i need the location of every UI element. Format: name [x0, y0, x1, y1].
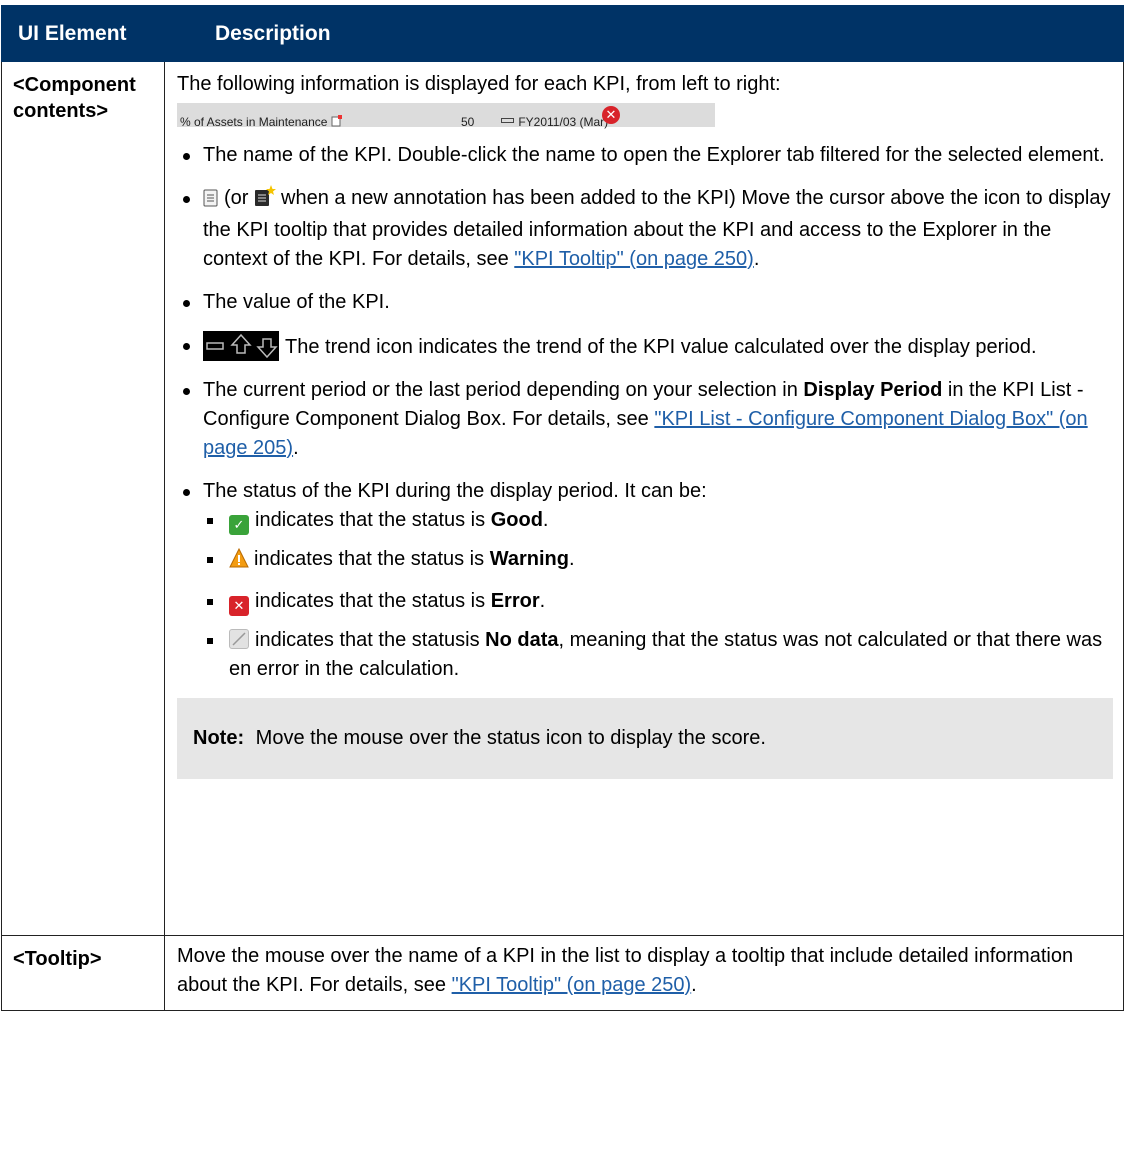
status-warning: indicates that the status is Warning. — [203, 545, 1113, 577]
kpi-sample-strip: % of Assets in Maintenance 50 FY2011/03 … — [177, 103, 715, 129]
tooltip-row-link[interactable]: "KPI Tooltip" (on page 250) — [452, 974, 692, 996]
header-description: Description — [164, 5, 1124, 62]
list-item-value: The value of the KPI. — [177, 288, 1113, 317]
row-component-contents: <Component contents> The following infor… — [1, 61, 1124, 936]
description-tooltip: Move the mouse over the name of a KPI in… — [164, 935, 1124, 1011]
status-good: ✓ indicates that the status is Good. — [203, 506, 1113, 535]
annotation-icon — [203, 187, 219, 216]
kpi-tooltip-link[interactable]: "KPI Tooltip" (on page 250) — [514, 248, 754, 270]
row-tooltip: <Tooltip> Move the mouse over the name o… — [1, 935, 1124, 1011]
header-row: UI Element Description — [1, 5, 1124, 62]
sample-error-icon: ✕ — [602, 106, 620, 124]
element-tooltip: <Tooltip> — [1, 935, 165, 1011]
element-component-contents: <Component contents> — [1, 61, 165, 936]
list-item-tooltip-icon: (or when a new annotation has been added… — [177, 184, 1113, 274]
trend-icons — [203, 331, 279, 361]
status-error: ✕ indicates that the status is Error. — [203, 587, 1113, 616]
status-no-data: indicates that the statusis No data, mea… — [203, 626, 1113, 684]
list-item-period: The current period or the last period de… — [177, 376, 1113, 463]
no-data-status-icon — [229, 629, 249, 649]
warning-status-icon — [229, 547, 249, 577]
annotation-new-small-icon — [331, 115, 342, 127]
error-status-icon: ✕ — [229, 596, 249, 616]
sample-kpi-name: % of Assets in Maintenance — [180, 108, 343, 137]
page: UI Element Description <Component conten… — [0, 0, 1125, 1153]
new-annotation-icon — [254, 185, 277, 216]
good-status-icon: ✓ — [229, 515, 249, 535]
list-item-status: The status of the KPI during the display… — [177, 477, 1113, 684]
sample-kpi-value: 50 — [461, 115, 475, 129]
sample-kpi-period: FY2011/03 (Mar) — [501, 108, 608, 137]
trend-flat-small-icon — [501, 118, 514, 123]
note-label: Note: — [193, 727, 245, 749]
list-item-name: The name of the KPI. Double-click the na… — [177, 141, 1113, 170]
list-item-trend: The trend icon indicates the trend of th… — [177, 331, 1113, 362]
note-box: Note: Move the mouse over the status ico… — [177, 698, 1113, 779]
contents-list: The name of the KPI. Double-click the na… — [177, 141, 1113, 684]
display-period-label: Display Period — [803, 379, 943, 401]
ui-element-table: UI Element Description <Component conten… — [1, 5, 1124, 1011]
note-text: Move the mouse over the status icon to d… — [255, 727, 766, 749]
status-list: ✓ indicates that the status is Good. indi… — [203, 506, 1113, 684]
description-component-contents: The following information is displayed f… — [164, 61, 1124, 936]
header-ui-element: UI Element — [1, 5, 165, 62]
intro-text: The following information is displayed f… — [177, 73, 781, 95]
